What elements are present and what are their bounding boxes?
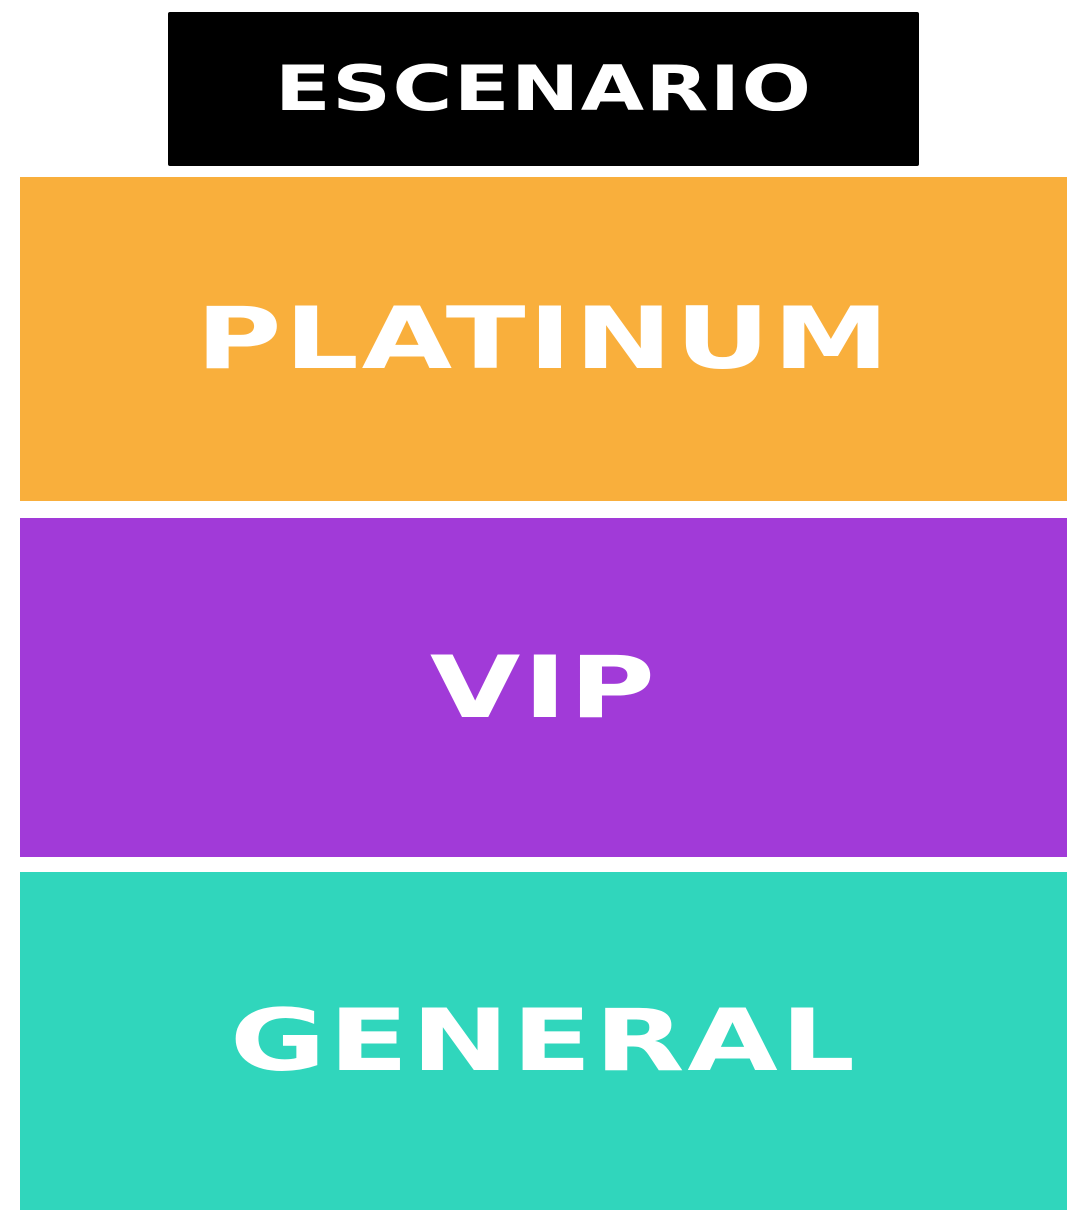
zone-vip[interactable]: VIP [20, 518, 1067, 857]
stage-label: ESCENARIO [274, 52, 813, 125]
stage-block: ESCENARIO [168, 12, 919, 166]
zone-general[interactable]: GENERAL [20, 872, 1067, 1210]
zone-vip-label: VIP [429, 637, 658, 738]
zone-platinum[interactable]: PLATINUM [20, 177, 1067, 501]
zone-general-label: GENERAL [229, 991, 858, 1091]
zone-platinum-label: PLATINUM [195, 289, 892, 389]
